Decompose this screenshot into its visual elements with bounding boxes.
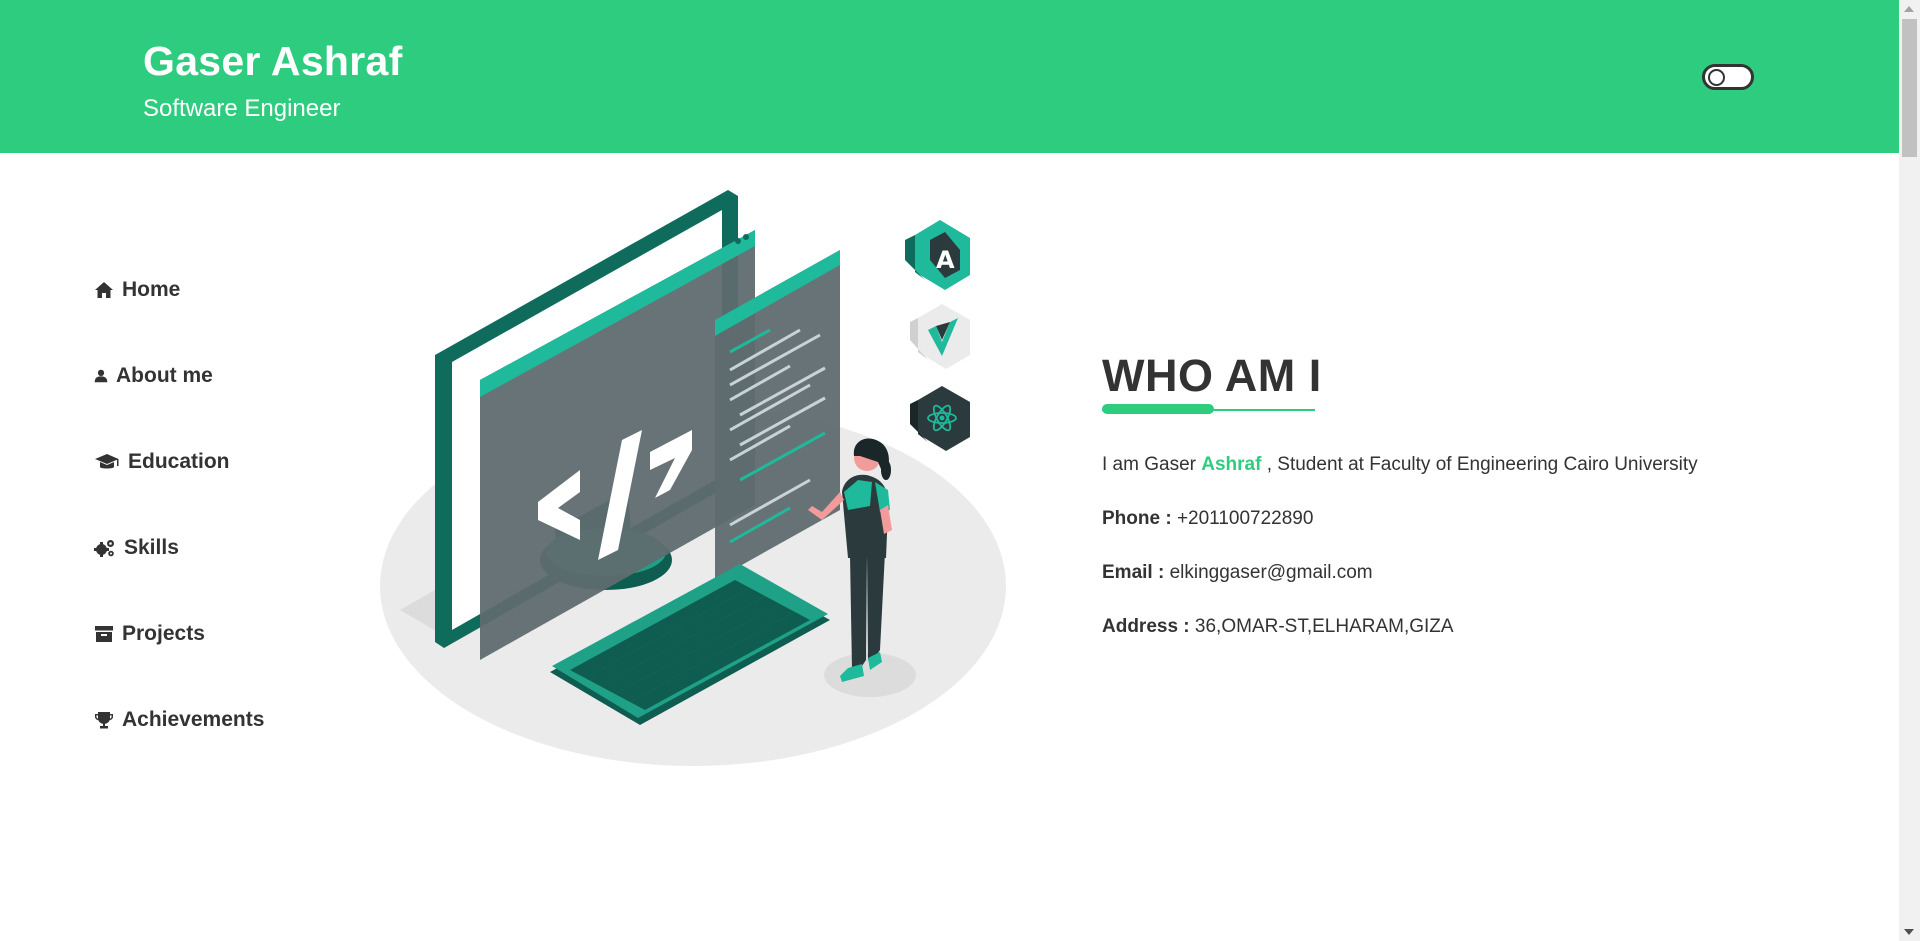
intro-text: I am Gaser Ashraf , Student at Faculty o…: [1102, 454, 1802, 476]
sidebar-item-label: About me: [116, 364, 213, 387]
phone-label: Phone :: [1102, 508, 1172, 529]
toggle-knob: [1708, 69, 1725, 86]
angular-logo-icon: A: [905, 220, 970, 290]
site-header: Gaser Ashraf Software Engineer: [0, 0, 1899, 153]
sidebar-item-label: Education: [128, 450, 230, 473]
trophy-icon: [95, 712, 113, 729]
vue-logo-icon: [910, 304, 970, 369]
about-section: WHO AM I I am Gaser Ashraf , Student at …: [1102, 350, 1802, 638]
sidebar-item-label: Home: [122, 278, 181, 301]
email-label: Email :: [1102, 562, 1165, 583]
scrollbar-thumb[interactable]: [1902, 19, 1917, 157]
phone-value: +201100722890: [1176, 508, 1314, 529]
user-icon: [94, 369, 108, 383]
email-row: Email : elkinggaser@gmail.com: [1102, 562, 1802, 584]
underline-bar: [1102, 404, 1214, 414]
svg-text:A: A: [936, 246, 955, 274]
intro-suffix: , Student at Faculty of Engineering Cair…: [1266, 454, 1698, 475]
sidebar-item-label: Projects: [122, 622, 205, 645]
page-scrollbar[interactable]: [1899, 0, 1920, 941]
scroll-down-arrow-icon[interactable]: [1904, 929, 1914, 935]
sidebar-item-home[interactable]: Home: [94, 278, 180, 302]
address-row: Address : 36,OMAR-ST,ELHARAM,GIZA: [1102, 616, 1802, 638]
hero-graphic: A: [380, 190, 1006, 766]
address-label: Address :: [1102, 616, 1190, 637]
sidebar-item-label: Achievements: [122, 708, 265, 731]
site-owner-name[interactable]: Gaser Ashraf: [143, 38, 403, 85]
scroll-up-arrow-icon[interactable]: [1904, 6, 1914, 12]
sidebar-item-projects[interactable]: Projects: [94, 622, 205, 646]
phone-row: Phone : +201100722890: [1102, 508, 1802, 530]
developer-illustration: A: [370, 180, 1020, 780]
intro-prefix: I am Gaser: [1102, 454, 1196, 475]
react-logo-icon: [910, 386, 970, 451]
graduation-cap-icon: [95, 454, 119, 469]
site-owner-role: Software Engineer: [143, 95, 341, 122]
sidebar-item-label: Skills: [124, 536, 179, 559]
sidebar-item-education[interactable]: Education: [94, 450, 230, 474]
sidebar-item-skills[interactable]: Skills: [94, 536, 179, 560]
home-icon: [95, 282, 113, 298]
section-heading: WHO AM I: [1102, 350, 1322, 401]
sidebar-item-achievements[interactable]: Achievements: [94, 708, 264, 732]
sidebar-item-about[interactable]: About me: [94, 364, 213, 388]
address-value: 36,OMAR-ST,ELHARAM,GIZA: [1194, 616, 1454, 637]
archive-icon: [95, 626, 113, 642]
cogs-icon: [94, 540, 114, 557]
intro-highlight: Ashraf: [1201, 454, 1262, 475]
theme-toggle[interactable]: [1702, 64, 1754, 90]
email-value: elkinggaser@gmail.com: [1169, 562, 1373, 583]
heading-underline: [1102, 404, 1315, 416]
